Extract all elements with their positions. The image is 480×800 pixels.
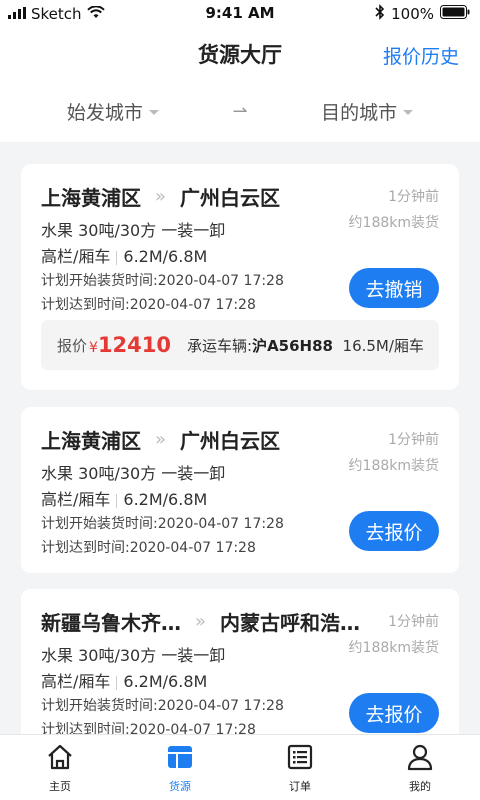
origin-city-label: 始发城市 (66, 101, 143, 124)
status-right: 100% (375, 4, 470, 24)
tab-home[interactable]: 主页 (0, 735, 120, 800)
battery-icon (440, 5, 470, 23)
planned-loading-value: 2020-04-07 17:28 (157, 516, 284, 532)
signal-icon (8, 5, 26, 23)
planned-loading-label: 计划开始装货时间: (41, 273, 158, 289)
submit-quote-button[interactable]: 去报价 (349, 511, 439, 551)
destination-city-dropdown[interactable]: 目的城市 (321, 98, 414, 125)
truck-size: 6.2M/6.8M (123, 672, 208, 691)
truck-info: 高栏/厢车 6.2M/6.8M (41, 243, 207, 267)
quote-summary: 报价 ¥12410 承运车辆:沪A56H88 16.5M/厢车 (41, 320, 439, 370)
origin-city: 上海黄浦区 (41, 186, 141, 210)
caret-down-icon (403, 109, 414, 115)
posted-time: 1分钟前 (388, 189, 439, 205)
truck-size: 6.2M/6.8M (123, 490, 208, 509)
tab-profile[interactable]: 我的 (360, 735, 480, 800)
planned-loading-value: 2020-04-07 17:28 (157, 273, 284, 289)
loading-distance: 约188km装货 (348, 215, 439, 231)
posted-time: 1分钟前 (388, 614, 439, 630)
wifi-icon (86, 5, 105, 23)
chevron-right-icon: » (195, 611, 207, 632)
origin-city: 上海黄浦区 (41, 429, 141, 453)
planned-arrival-time: 计划达到时间:2020-04-07 17:28 (41, 294, 256, 314)
divider (116, 493, 118, 508)
planned-loading-time: 计划开始装货时间:2020-04-07 17:28 (41, 270, 284, 290)
submit-quote-button[interactable]: 去报价 (349, 693, 439, 733)
planned-arrival-label: 计划达到时间: (41, 297, 130, 313)
truck-info: 高栏/厢车 6.2M/6.8M (41, 486, 207, 510)
cargo-card[interactable]: 上海黄浦区 » 广州白云区 1分钟前 约188km装货 水果 30吨/30方 一… (21, 164, 459, 390)
planned-loading-time: 计划开始装货时间:2020-04-07 17:28 (41, 513, 284, 533)
planned-arrival-value: 2020-04-07 17:28 (129, 540, 256, 556)
cargo-info: 水果 30吨/30方 一装一卸 (41, 464, 226, 483)
chevron-right-icon: » (155, 429, 167, 450)
quote-history-link[interactable]: 报价历史 (383, 42, 459, 69)
cargo-icon (166, 743, 194, 774)
route-arrow-icon: ⇀ (232, 100, 248, 122)
origin-city: 新疆乌鲁木齐… (41, 611, 181, 635)
cargo-card[interactable]: 新疆乌鲁木齐… » 内蒙古呼和浩… 1分钟前 约188km装货 水果 30吨/3… (21, 589, 459, 755)
caret-down-icon (148, 109, 159, 115)
battery-percent: 100% (391, 5, 434, 23)
city-filter: 始发城市 ⇀ 目的城市 (0, 80, 480, 142)
vehicle-spec: 16.5M/厢车 (342, 336, 424, 355)
destination-city: 广州白云区 (180, 429, 281, 453)
planned-arrival-time: 计划达到时间:2020-04-07 17:28 (41, 537, 256, 557)
home-icon (46, 743, 74, 774)
loading-distance: 约188km装货 (348, 640, 439, 656)
cargo-info: 水果 30吨/30方 一装一卸 (41, 221, 226, 240)
destination-city: 内蒙古呼和浩… (220, 611, 361, 635)
vehicle-plate: 沪A56H88 (252, 336, 333, 355)
vehicle-label: 承运车辆: (187, 336, 253, 355)
status-bar: Sketch 9:41 AM 100% (0, 0, 480, 28)
route: 新疆乌鲁木齐… » 内蒙古呼和浩… (41, 607, 360, 636)
carrier-name: Sketch (31, 5, 82, 23)
route: 上海黄浦区 » 广州白云区 (41, 425, 280, 454)
profile-icon (406, 743, 434, 774)
cargo-info: 水果 30吨/30方 一装一卸 (41, 646, 226, 665)
cargo-card[interactable]: 上海黄浦区 » 广州白云区 1分钟前 约188km装货 水果 30吨/30方 一… (21, 407, 459, 573)
status-left: Sketch (8, 5, 105, 23)
truck-type: 高栏/厢车 (41, 490, 111, 509)
route: 上海黄浦区 » 广州白云区 (41, 182, 280, 211)
quote-price: ¥12410 (89, 333, 171, 357)
planned-arrival-value: 2020-04-07 17:28 (129, 297, 256, 313)
tab-home-label: 主页 (49, 780, 71, 793)
top-area: Sketch 9:41 AM 100% 货源大厅 报价历史 始发城市 ⇀ 目的城… (0, 0, 480, 142)
planned-loading-label: 计划开始装货时间: (41, 698, 158, 714)
planned-loading-value: 2020-04-07 17:28 (157, 698, 284, 714)
divider (116, 675, 118, 690)
orders-icon (286, 743, 314, 774)
truck-type: 高栏/厢车 (41, 247, 111, 266)
tab-orders[interactable]: 订单 (240, 735, 360, 800)
loading-distance: 约188km装货 (348, 458, 439, 474)
truck-size: 6.2M/6.8M (123, 247, 208, 266)
quote-amount: 12410 (97, 333, 171, 357)
page-title: 货源大厅 (198, 43, 282, 67)
destination-city-label: 目的城市 (321, 101, 398, 124)
tab-bar: 主页 货源 订单 我的 (0, 734, 480, 800)
planned-loading-label: 计划开始装货时间: (41, 516, 158, 532)
chevron-right-icon: » (155, 186, 167, 207)
currency-symbol: ¥ (89, 340, 98, 356)
destination-city: 广州白云区 (180, 186, 281, 210)
truck-info: 高栏/厢车 6.2M/6.8M (41, 668, 207, 692)
nav-bar: 货源大厅 报价历史 (0, 28, 480, 80)
tab-cargo[interactable]: 货源 (120, 735, 240, 800)
planned-arrival-label: 计划达到时间: (41, 540, 130, 556)
truck-type: 高栏/厢车 (41, 672, 111, 691)
tab-profile-label: 我的 (409, 780, 431, 793)
posted-time: 1分钟前 (388, 432, 439, 448)
tab-cargo-label: 货源 (169, 780, 191, 793)
divider (116, 250, 118, 265)
origin-city-dropdown[interactable]: 始发城市 (67, 98, 159, 125)
planned-loading-time: 计划开始装货时间:2020-04-07 17:28 (41, 695, 284, 715)
tab-orders-label: 订单 (289, 780, 311, 793)
bluetooth-icon (375, 4, 385, 24)
quote-label: 报价 (57, 336, 88, 355)
carrier-vehicle: 承运车辆:沪A56H88 16.5M/厢车 (187, 335, 424, 356)
cancel-quote-button[interactable]: 去撤销 (349, 268, 439, 308)
